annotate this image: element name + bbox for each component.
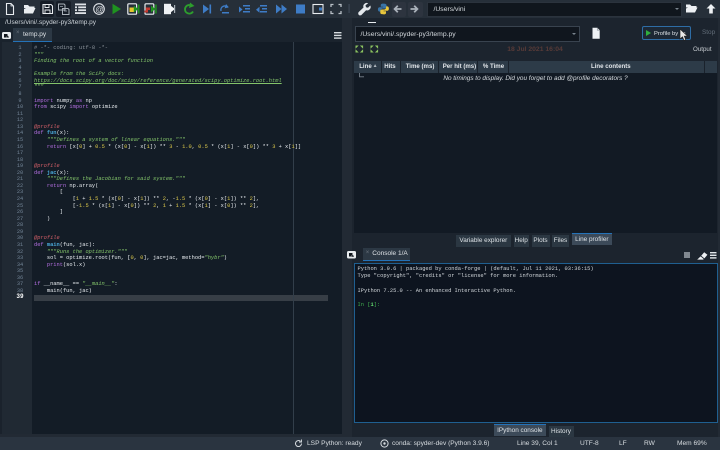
svg-text:@: @ [95, 4, 104, 14]
